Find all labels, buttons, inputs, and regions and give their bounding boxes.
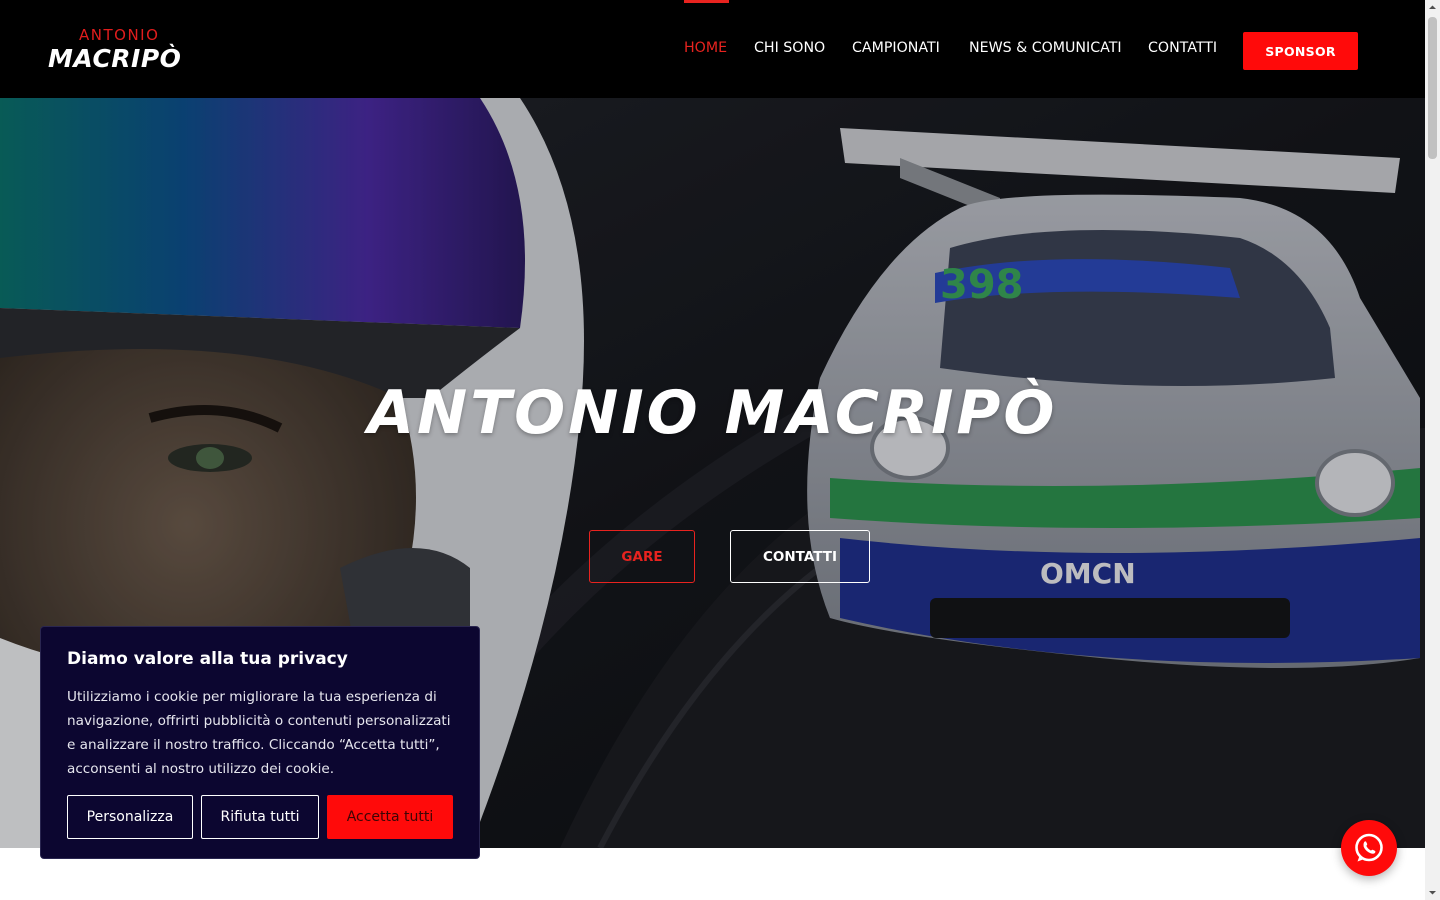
whatsapp-icon [1355, 833, 1383, 862]
cookie-consent-panel: Diamo valore alla tua privacy Utilizziam… [40, 626, 480, 859]
hero-title: ANTONIO MACRIPÒ [367, 378, 1058, 448]
hero-contatti-button[interactable]: CONTATTI [730, 530, 870, 583]
cookie-reject-button[interactable]: Rifiuta tutti [201, 795, 319, 839]
whatsapp-button[interactable] [1341, 820, 1397, 876]
logo-top-text: ANTONIO [79, 26, 160, 44]
nav-item-chi-sono[interactable]: CHI SONO [754, 40, 825, 56]
sponsor-button[interactable]: SPONSOR [1243, 32, 1358, 70]
nav-active-indicator [684, 0, 729, 3]
scroll-up-arrow-icon[interactable] [1425, 0, 1440, 15]
gare-button[interactable]: GARE [589, 530, 695, 583]
logo-main-text: MACRIPÒ [48, 44, 182, 73]
nav-item-home[interactable]: HOME [684, 40, 727, 56]
scroll-thumb[interactable] [1428, 17, 1437, 159]
cookie-text: Utilizziamo i cookie per migliorare la t… [67, 689, 451, 777]
nav-item-contatti[interactable]: CONTATTI [1148, 40, 1217, 56]
nav-item-news[interactable]: NEWS & COMUNICATI [969, 40, 1122, 56]
cookie-title: Diamo valore alla tua privacy [67, 649, 348, 669]
site-header: ANTONIO MACRIPÒ HOME CHI SONO CAMPIONATI… [0, 0, 1425, 98]
scroll-down-arrow-icon[interactable] [1425, 885, 1440, 900]
site-logo[interactable]: ANTONIO MACRIPÒ [48, 26, 198, 76]
cookie-customize-button[interactable]: Personalizza [67, 795, 193, 839]
cookie-accept-button[interactable]: Accetta tutti [327, 795, 453, 839]
nav-item-campionati[interactable]: CAMPIONATI [852, 40, 940, 56]
page-scrollbar[interactable] [1425, 0, 1440, 900]
